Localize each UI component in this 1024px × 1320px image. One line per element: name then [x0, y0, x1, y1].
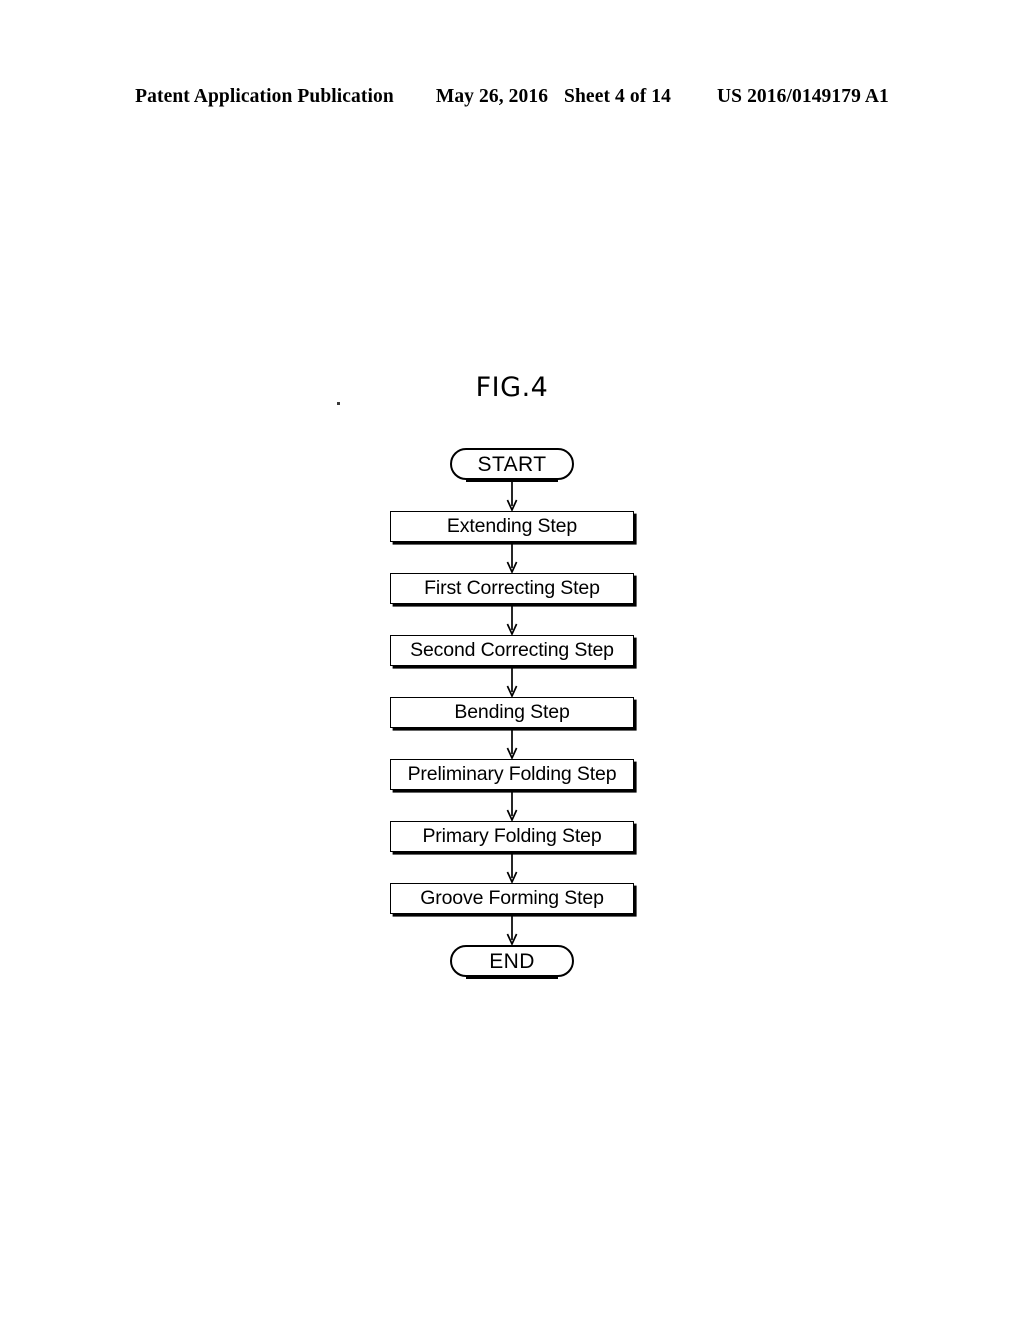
- header-sheet-label: Sheet 4 of 14: [564, 86, 671, 107]
- scan-artifact-speck: [337, 402, 340, 405]
- flow-node-start: START: [450, 448, 574, 482]
- flow-node-primary-folding-step: Primary Folding Step: [390, 821, 634, 852]
- flow-node-second-correcting-step: Second Correcting Step: [390, 635, 634, 666]
- flow-connector-s5-to-s6: [0, 790, 1024, 821]
- header-publication-label: Patent Application Publication: [135, 86, 394, 107]
- page-header: Patent Application Publication May 26, 2…: [0, 86, 1024, 116]
- flow-node-start-row: START: [0, 448, 1024, 482]
- header-publication-number: US 2016/0149179 A1: [716, 86, 889, 107]
- flow-connector-s2-to-s3: [0, 604, 1024, 635]
- flow-node-first-correcting-step: First Correcting Step: [390, 573, 634, 604]
- flow-node-s2-row: First Correcting Step: [0, 573, 1024, 604]
- flow-node-bending-step: Bending Step: [390, 697, 634, 728]
- flow-connector-s3-to-s4: [0, 666, 1024, 697]
- flow-node-s6-row: Primary Folding Step: [0, 821, 1024, 852]
- figure-title: FIG.4: [475, 372, 549, 403]
- flow-node-end-row: END: [0, 945, 1024, 979]
- flow-node-groove-forming-step: Groove Forming Step: [390, 883, 634, 914]
- patent-page: Patent Application Publication May 26, 2…: [0, 0, 1024, 1320]
- flow-connector-s4-to-s5: [0, 728, 1024, 759]
- flow-node-s5-row: Preliminary Folding Step: [0, 759, 1024, 790]
- flow-node-s4-row: Bending Step: [0, 697, 1024, 728]
- flow-node-s1-row: Extending Step: [0, 511, 1024, 542]
- flow-connector-s6-to-s7: [0, 852, 1024, 883]
- flow-connector-s7-to-end: [0, 914, 1024, 945]
- header-date-sheet: May 26, 2016 Sheet 4 of 14: [436, 86, 671, 108]
- header-date-label: May 26, 2016: [435, 86, 549, 107]
- flow-node-s7-row: Groove Forming Step: [0, 883, 1024, 914]
- flow-node-extending-step: Extending Step: [390, 511, 634, 542]
- flow-node-s3-row: Second Correcting Step: [0, 635, 1024, 666]
- flow-connector-start-to-s1: [0, 480, 1024, 511]
- flowchart: START Extending Step First Correcting St…: [0, 448, 1024, 979]
- flow-node-preliminary-folding-step: Preliminary Folding Step: [390, 759, 634, 790]
- flow-connector-s1-to-s2: [0, 542, 1024, 573]
- flow-node-end: END: [450, 945, 574, 979]
